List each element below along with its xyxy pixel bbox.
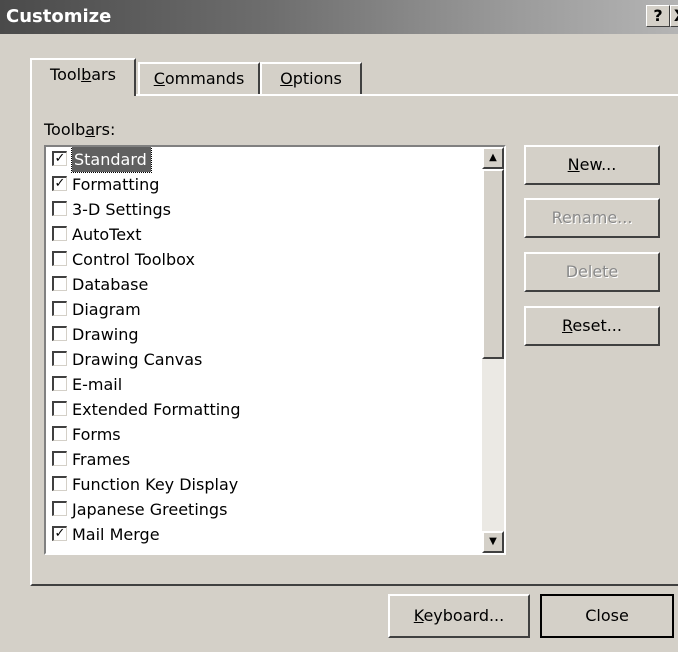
tab-options-label-post: ptions [292, 69, 342, 88]
toolbars-tab-panel [30, 94, 678, 586]
keyboard-button[interactable]: Keyboard... [388, 594, 530, 638]
help-button[interactable]: ? [646, 5, 670, 27]
keyboard-label-post: eyboard... [423, 606, 505, 625]
window-title: Customize [6, 6, 112, 27]
keyboard-mnemonic: K [413, 606, 424, 625]
tab-commands-label-post: ommands [164, 69, 245, 88]
tab-options-mnemonic: O [280, 69, 293, 88]
customize-dialog: Customize ? X Toolbars Commands Options … [0, 0, 678, 652]
tab-toolbars[interactable]: Toolbars [30, 58, 136, 96]
tab-toolbars-label-post: ars [91, 65, 116, 84]
title-bar[interactable]: Customize ? X [0, 0, 678, 34]
tab-toolbars-mnemonic: b [81, 65, 92, 84]
close-button[interactable]: Close [540, 594, 674, 638]
tab-commands-mnemonic: C [153, 69, 165, 88]
tab-toolbars-label-pre: Tool [50, 65, 82, 84]
tab-commands[interactable]: Commands [138, 62, 260, 96]
tab-options[interactable]: Options [260, 62, 362, 96]
close-window-button[interactable]: X [670, 5, 678, 27]
